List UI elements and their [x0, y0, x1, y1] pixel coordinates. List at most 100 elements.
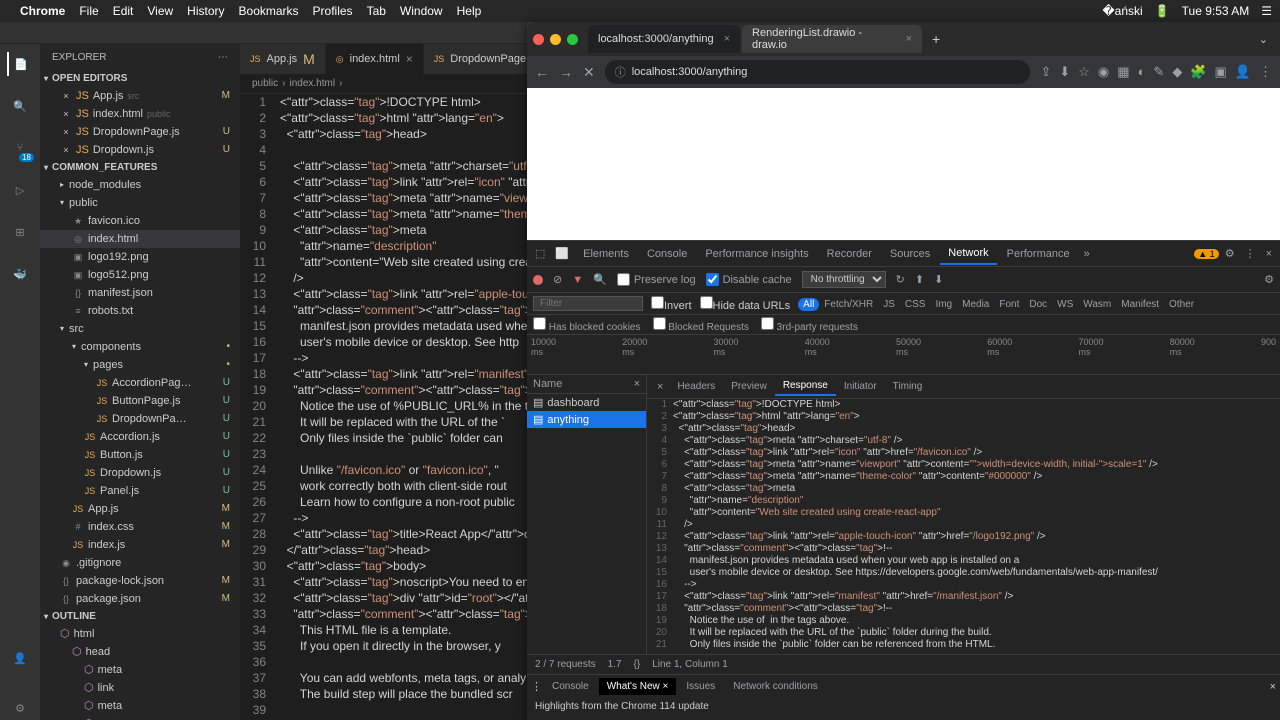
outline-item[interactable]: ⬡ head — [40, 643, 240, 661]
control-center-icon[interactable]: ☰ — [1261, 4, 1272, 18]
clock[interactable]: Tue 9:53 AM — [1182, 4, 1250, 18]
crumb-1[interactable]: index.html — [289, 78, 335, 89]
filter-type[interactable]: Media — [957, 298, 994, 311]
project-header[interactable]: COMMON_FEATURES — [40, 160, 240, 175]
editor-tab[interactable]: ◎ index.html × — [326, 44, 424, 74]
outline-item[interactable]: ⬡ meta — [40, 661, 240, 679]
ext4-icon[interactable]: ✎ — [1153, 64, 1164, 80]
file-item[interactable]: JS DropdownPa…U — [40, 410, 240, 428]
wifi-icon[interactable]: �ański — [1102, 4, 1142, 18]
menu-window[interactable]: Window — [400, 4, 443, 18]
more-icon[interactable]: ⋯ — [218, 52, 228, 63]
record-icon[interactable] — [533, 275, 543, 285]
hide-data-urls[interactable]: Hide data URLs — [700, 296, 791, 312]
outline-item[interactable]: ⬡ meta — [40, 697, 240, 715]
menu-history[interactable]: History — [187, 4, 224, 18]
panel-performance[interactable]: Performance — [999, 244, 1078, 264]
filter-type[interactable]: JS — [878, 298, 900, 311]
file-item[interactable]: ▣ logo192.png — [40, 248, 240, 266]
close-icon[interactable]: × — [724, 33, 730, 45]
filter-icon[interactable]: ▼ — [572, 274, 583, 286]
install-icon[interactable]: ⬇ — [1059, 64, 1070, 80]
filter-type[interactable]: Doc — [1024, 298, 1052, 311]
menu-view[interactable]: View — [147, 4, 173, 18]
crumb-0[interactable]: public — [252, 78, 278, 89]
file-item[interactable]: JS Dropdown.jsU — [40, 464, 240, 482]
menu-bookmarks[interactable]: Bookmarks — [239, 4, 299, 18]
close-drawer-icon[interactable]: × — [1270, 681, 1276, 693]
clear-icon[interactable]: ⊘ — [553, 273, 562, 286]
folder-item[interactable]: pages• — [40, 356, 240, 374]
tab-initiator[interactable]: Initiator — [836, 378, 885, 395]
file-item[interactable]: JS App.jsM — [40, 500, 240, 518]
filter-type[interactable]: Manifest — [1116, 298, 1164, 311]
docker-icon[interactable]: 🐳 — [8, 262, 32, 286]
response-body[interactable]: 123456789101112131415161718192021 <"attr… — [647, 399, 1280, 654]
filter-type[interactable]: Fetch/XHR — [819, 298, 878, 311]
more-panels-icon[interactable]: » — [1080, 248, 1094, 260]
folder-item[interactable]: public — [40, 194, 240, 212]
export-icon[interactable]: ⬇ — [934, 273, 943, 286]
share-icon[interactable]: ⇪ — [1040, 64, 1051, 80]
settings-icon[interactable]: ⚙ — [1221, 247, 1239, 260]
menu-tab[interactable]: Tab — [367, 4, 386, 18]
device-icon[interactable]: ⬜ — [551, 247, 573, 260]
file-item[interactable]: ◉ .gitignore — [40, 554, 240, 572]
preserve-log[interactable]: Preserve log — [617, 273, 696, 286]
settings-icon[interactable]: ⚙ — [8, 696, 32, 720]
close-icon[interactable]: × — [906, 33, 912, 45]
open-editor[interactable]: × JS index.html public — [40, 105, 240, 123]
tab-headers[interactable]: Headers — [669, 378, 723, 395]
warning-badge[interactable]: ▲ 1 — [1194, 249, 1218, 259]
drawer-network-conditions[interactable]: Network conditions — [725, 678, 825, 695]
blocked-requests[interactable]: Blocked Requests — [653, 317, 749, 333]
name-column[interactable]: Name — [533, 378, 562, 390]
filter-type[interactable]: All — [798, 298, 819, 311]
inspect-icon[interactable]: ⬚ — [531, 247, 549, 260]
outline-header[interactable]: OUTLINE — [40, 609, 240, 624]
battery-icon[interactable]: 🔋 — [1155, 4, 1170, 18]
file-item[interactable]: JS ButtonPage.jsU — [40, 392, 240, 410]
menu-edit[interactable]: Edit — [113, 4, 134, 18]
menu-file[interactable]: File — [79, 4, 98, 18]
filter-type[interactable]: WS — [1052, 298, 1078, 311]
filter-type[interactable]: Img — [930, 298, 957, 311]
bookmark-icon[interactable]: ☆ — [1078, 64, 1090, 80]
ext5-icon[interactable]: ◆ — [1172, 64, 1182, 80]
close-detail-icon[interactable]: × — [651, 381, 669, 393]
traffic-lights[interactable] — [533, 34, 578, 45]
explorer-icon[interactable]: 📄 — [7, 52, 31, 76]
panel-elements[interactable]: Elements — [575, 244, 637, 264]
filter-input[interactable] — [533, 296, 643, 311]
source-control-icon[interactable]: ⑂18 — [8, 136, 32, 160]
back-icon[interactable]: ← — [535, 64, 549, 80]
file-item[interactable]: JS Accordion.jsU — [40, 428, 240, 446]
file-item[interactable]: ≡ robots.txt — [40, 302, 240, 320]
third-party[interactable]: 3rd-party requests — [761, 317, 858, 333]
new-tab-icon[interactable]: + — [924, 31, 948, 47]
outline-item[interactable]: ⬡ meta — [40, 715, 240, 720]
search-icon[interactable]: 🔍 — [593, 273, 607, 286]
request-anything[interactable]: ▤ anything — [527, 411, 646, 428]
file-item[interactable]: # index.cssM — [40, 518, 240, 536]
file-item[interactable]: {} package-lock.jsonM — [40, 572, 240, 590]
editor-tab[interactable]: JS App.js M — [240, 44, 326, 74]
omnibox[interactable]: ⓘ localhost:3000/anything — [605, 60, 1031, 84]
drawer-console[interactable]: Console — [544, 678, 597, 695]
file-item[interactable]: ◎ index.html — [40, 230, 240, 248]
drawer-whatsnew[interactable]: What's New × — [599, 678, 677, 695]
open-editor[interactable]: × JS App.js srcM — [40, 87, 240, 105]
file-item[interactable]: JS Panel.jsU — [40, 482, 240, 500]
blocked-cookies[interactable]: Has blocked cookies — [533, 317, 641, 333]
settings-icon[interactable]: ⚙ — [1264, 273, 1274, 286]
tab-timing[interactable]: Timing — [885, 378, 931, 395]
tab-preview[interactable]: Preview — [723, 378, 775, 395]
file-item[interactable]: JS Button.jsU — [40, 446, 240, 464]
open-editor[interactable]: × JS Dropdown.js U — [40, 141, 240, 159]
filter-type[interactable]: Wasm — [1078, 298, 1116, 311]
profile-icon[interactable]: 👤 — [1235, 64, 1251, 80]
file-item[interactable]: ★ favicon.ico — [40, 212, 240, 230]
format-icon[interactable]: {} — [634, 659, 641, 670]
debug-icon[interactable]: ▷ — [8, 178, 32, 202]
file-item[interactable]: {} package.jsonM — [40, 590, 240, 608]
